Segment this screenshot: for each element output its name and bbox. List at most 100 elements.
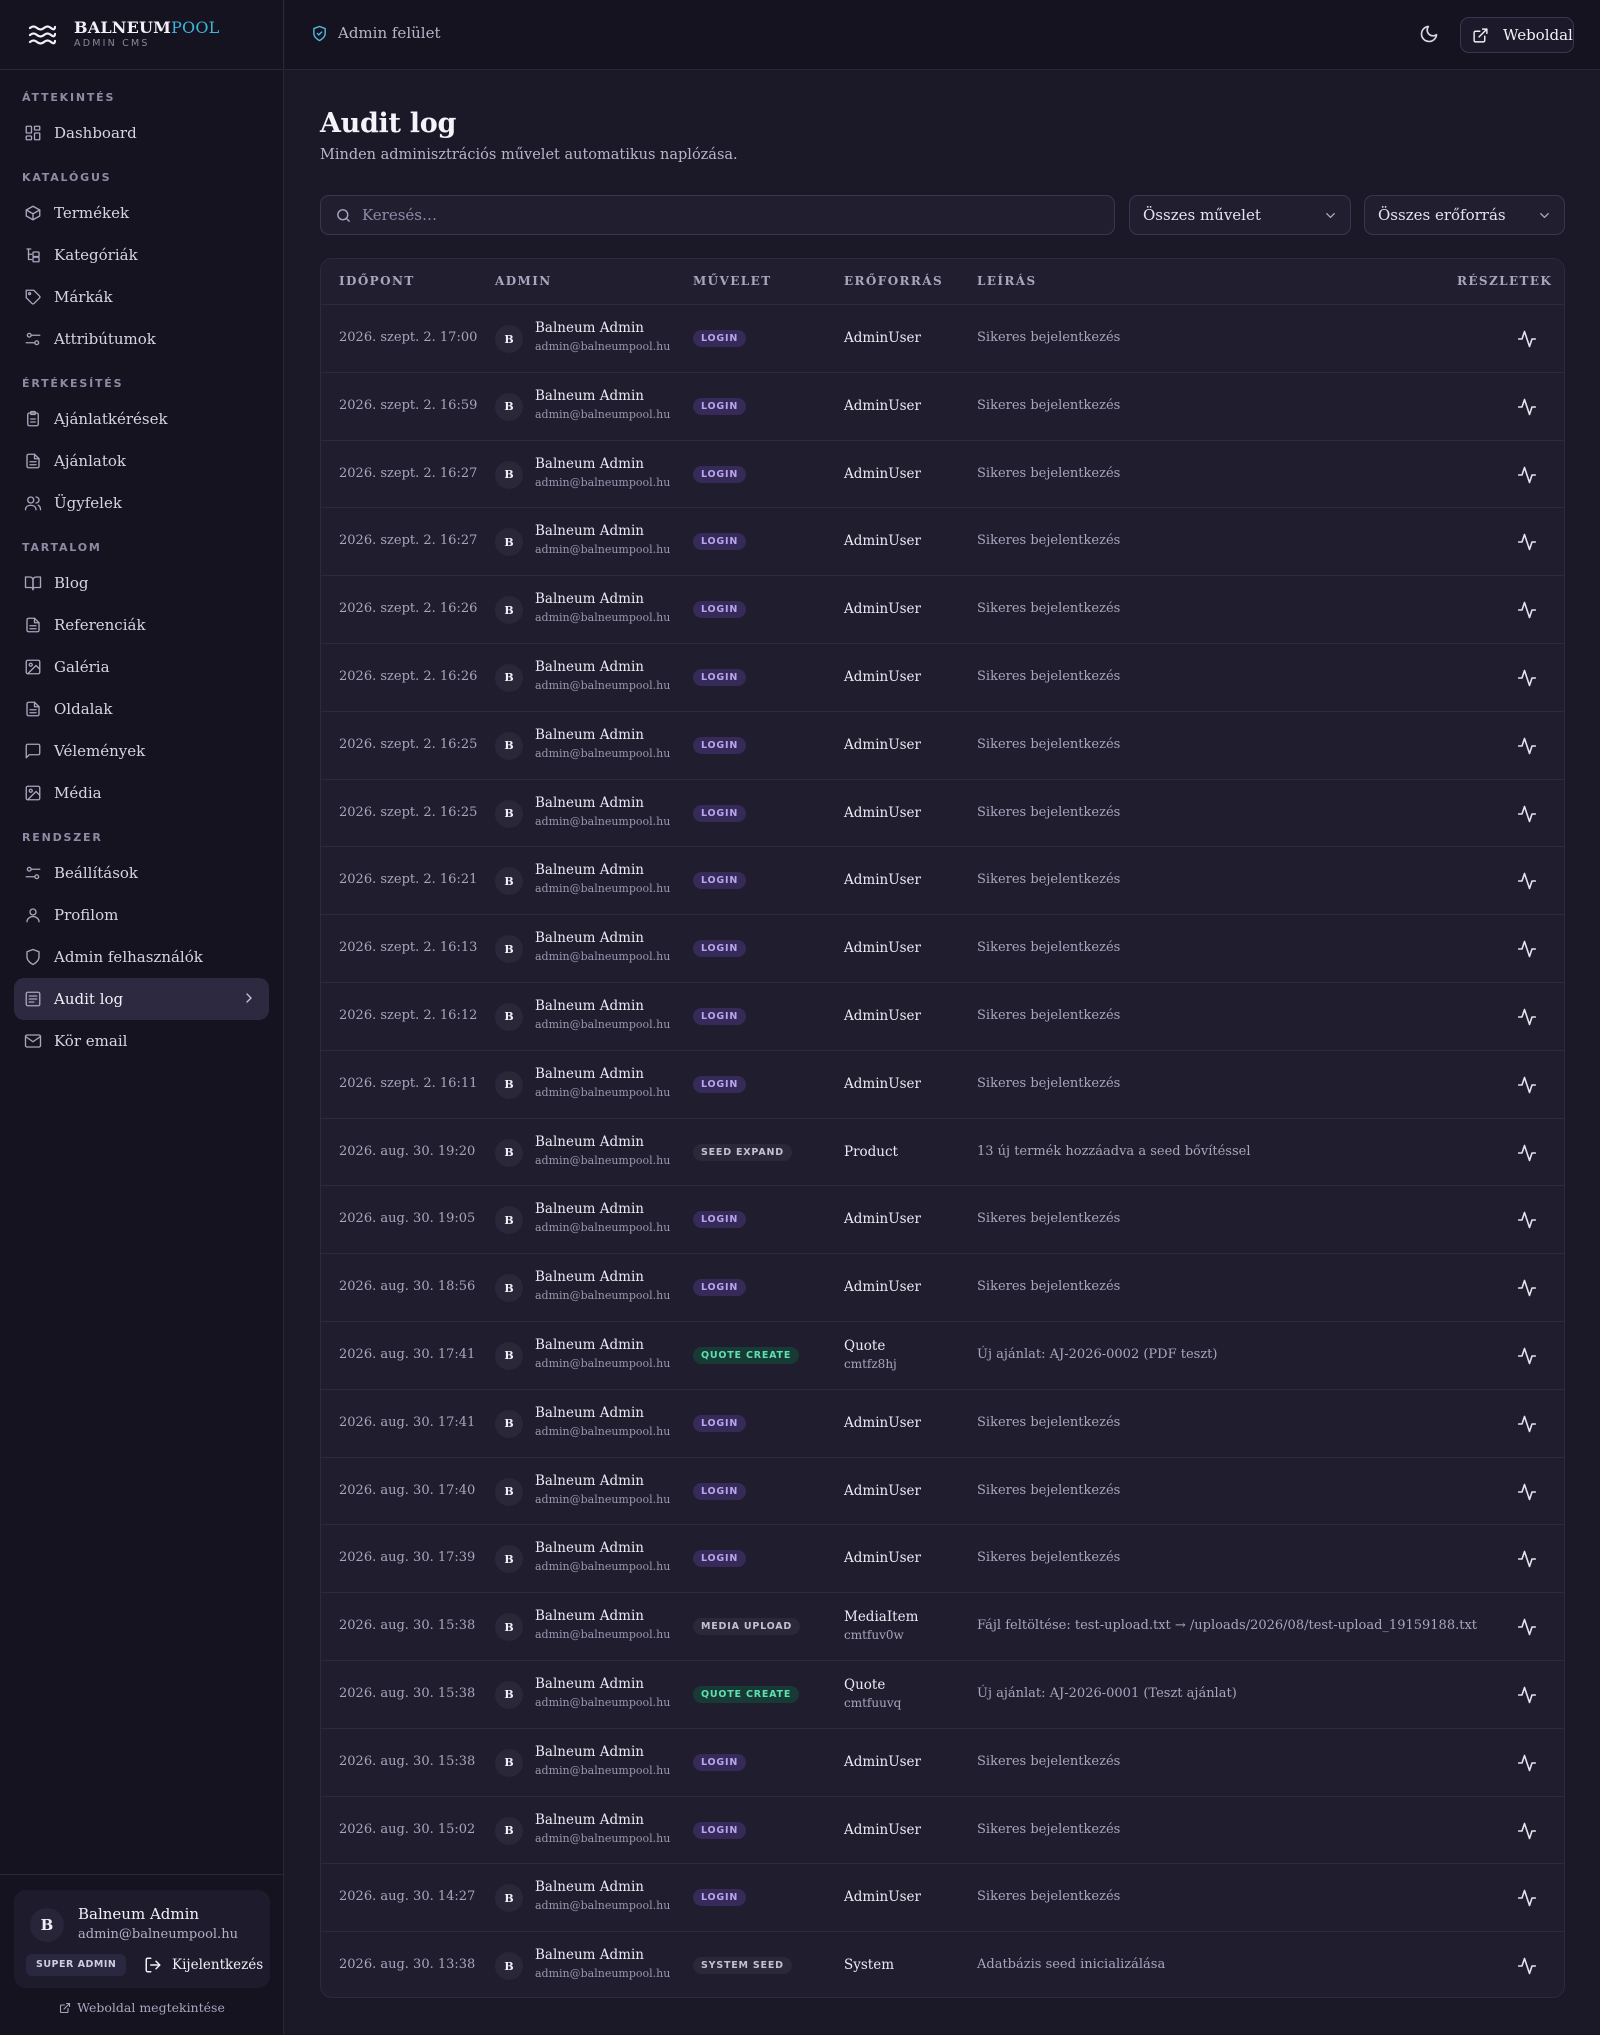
header-description[interactable]: LEÍRÁS — [977, 274, 1037, 288]
activity-details-icon[interactable] — [1517, 1888, 1537, 1908]
sidebar-item[interactable]: Ajánlatok — [14, 440, 269, 482]
row-time: 2026. szept. 2. 16:11 — [339, 1075, 478, 1091]
activity-details-icon[interactable] — [1517, 465, 1537, 485]
table-row[interactable]: 2026. szept. 2. 16:27 B Balneum Admin ad… — [321, 508, 1564, 577]
sidebar-item[interactable]: Márkák — [14, 276, 269, 318]
sidebar-item[interactable]: Ügyfelek — [14, 482, 269, 524]
action-badge: LOGIN — [693, 668, 747, 686]
table-row[interactable]: 2026. aug. 30. 19:20 B Balneum Admin adm… — [321, 1119, 1564, 1187]
dashboard-icon — [24, 124, 42, 142]
search-input[interactable] — [362, 206, 1062, 224]
row-resource: AdminUser — [844, 465, 921, 482]
activity-details-icon[interactable] — [1517, 1007, 1537, 1027]
sidebar-item[interactable]: Kör email — [14, 1020, 269, 1062]
activity-details-icon[interactable] — [1517, 736, 1537, 756]
row-admin-avatar: B — [495, 1477, 523, 1506]
action-badge: LOGIN — [693, 804, 747, 822]
table-row[interactable]: 2026. szept. 2. 16:26 B Balneum Admin ad… — [321, 644, 1564, 712]
row-resource: AdminUser — [844, 1889, 921, 1906]
table-row[interactable]: 2026. aug. 30. 17:41 B Balneum Admin adm… — [321, 1390, 1564, 1458]
activity-details-icon[interactable] — [1517, 1685, 1537, 1705]
table-row[interactable]: 2026. szept. 2. 16:27 B Balneum Admin ad… — [321, 441, 1564, 509]
activity-details-icon[interactable] — [1517, 1821, 1537, 1841]
table-row[interactable]: 2026. aug. 30. 15:02 B Balneum Admin adm… — [321, 1797, 1564, 1865]
activity-details-icon[interactable] — [1517, 1414, 1537, 1434]
sidebar-item[interactable]: Profilom — [14, 894, 269, 936]
activity-details-icon[interactable] — [1517, 600, 1537, 620]
table-row[interactable]: 2026. aug. 30. 15:38 B Balneum Admin adm… — [321, 1661, 1564, 1729]
chat-icon — [24, 742, 42, 760]
sidebar-item[interactable]: Blog — [14, 562, 269, 604]
sidebar-item[interactable]: Referenciák — [14, 604, 269, 646]
activity-details-icon[interactable] — [1517, 329, 1537, 349]
header-time[interactable]: IDŐPONT — [339, 274, 415, 288]
sidebar-item[interactable]: Kategóriák — [14, 234, 269, 276]
action-filter-select[interactable]: Összes művelet — [1129, 195, 1351, 235]
table-row[interactable]: 2026. aug. 30. 15:38 B Balneum Admin adm… — [321, 1729, 1564, 1797]
activity-details-icon[interactable] — [1517, 397, 1537, 417]
sidebar-item[interactable]: Beállítások — [14, 852, 269, 894]
activity-details-icon[interactable] — [1517, 1482, 1537, 1502]
view-website-link[interactable]: Weboldal megtekintése — [0, 2000, 284, 2015]
table-row[interactable]: 2026. szept. 2. 16:59 B Balneum Admin ad… — [321, 373, 1564, 441]
table-row[interactable]: 2026. szept. 2. 16:25 B Balneum Admin ad… — [321, 780, 1564, 848]
sidebar-item[interactable]: Vélemények — [14, 730, 269, 772]
activity-details-icon[interactable] — [1517, 1956, 1537, 1976]
activity-details-icon[interactable] — [1517, 1143, 1537, 1163]
role-badge: SUPER ADMIN — [26, 1954, 127, 1976]
brand[interactable]: BALNEUMPOOL ADMIN CMS — [0, 0, 283, 70]
table-row[interactable]: 2026. aug. 30. 17:41 B Balneum Admin adm… — [321, 1322, 1564, 1390]
activity-details-icon[interactable] — [1517, 668, 1537, 688]
sidebar-item[interactable]: Oldalak — [14, 688, 269, 730]
table-row[interactable]: 2026. aug. 30. 17:40 B Balneum Admin adm… — [321, 1458, 1564, 1526]
sidebar-item[interactable]: Termékek — [14, 192, 269, 234]
sidebar-item[interactable]: Média — [14, 772, 269, 814]
table-row[interactable]: 2026. aug. 30. 14:27 B Balneum Admin adm… — [321, 1864, 1564, 1933]
sidebar-item[interactable]: Attribútumok — [14, 318, 269, 360]
table-row[interactable]: 2026. aug. 30. 19:05 B Balneum Admin adm… — [321, 1186, 1564, 1255]
table-row[interactable]: 2026. szept. 2. 16:11 B Balneum Admin ad… — [321, 1051, 1564, 1119]
resource-filter-select[interactable]: Összes erőforrás — [1364, 195, 1565, 235]
logout-button[interactable]: Kijelentkezés — [144, 1954, 263, 1976]
activity-details-icon[interactable] — [1517, 1753, 1537, 1773]
activity-details-icon[interactable] — [1517, 939, 1537, 959]
sidebar-item[interactable]: Audit log — [14, 978, 269, 1020]
activity-details-icon[interactable] — [1517, 871, 1537, 891]
logout-icon — [144, 1956, 162, 1974]
header-action[interactable]: MŰVELET — [693, 274, 772, 288]
clipboard-icon — [24, 410, 42, 428]
activity-details-icon[interactable] — [1517, 1617, 1537, 1637]
table-row[interactable]: 2026. szept. 2. 16:12 B Balneum Admin ad… — [321, 983, 1564, 1051]
mail-icon — [24, 1032, 42, 1050]
row-admin-avatar: B — [495, 1884, 523, 1913]
table-row[interactable]: 2026. szept. 2. 17:00 B Balneum Admin ad… — [321, 305, 1564, 373]
sidebar-item[interactable]: Admin felhasználók — [14, 936, 269, 978]
activity-details-icon[interactable] — [1517, 1075, 1537, 1095]
table-row[interactable]: 2026. szept. 2. 16:13 B Balneum Admin ad… — [321, 915, 1564, 983]
tree-icon — [24, 246, 42, 264]
table-row[interactable]: 2026. szept. 2. 16:25 B Balneum Admin ad… — [321, 712, 1564, 780]
sidebar-item[interactable]: Ajánlatkérések — [14, 398, 269, 440]
row-admin-email: admin@balneumpool.hu — [535, 611, 671, 625]
header-admin[interactable]: ADMIN — [495, 274, 552, 288]
activity-details-icon[interactable] — [1517, 1210, 1537, 1230]
website-button[interactable]: Weboldal — [1460, 17, 1574, 53]
table-row[interactable]: 2026. aug. 30. 15:38 B Balneum Admin adm… — [321, 1593, 1564, 1661]
sidebar-item[interactable]: Galéria — [14, 646, 269, 688]
table-row[interactable]: 2026. aug. 30. 13:38 B Balneum Admin adm… — [321, 1932, 1564, 1997]
sidebar-item[interactable]: Dashboard — [14, 112, 269, 154]
header-resource[interactable]: ERŐFORRÁS — [844, 274, 943, 288]
activity-details-icon[interactable] — [1517, 1346, 1537, 1366]
table-row[interactable]: 2026. szept. 2. 16:26 B Balneum Admin ad… — [321, 576, 1564, 644]
row-admin-email: admin@balneumpool.hu — [535, 340, 671, 353]
table-row[interactable]: 2026. szept. 2. 16:21 B Balneum Admin ad… — [321, 847, 1564, 916]
activity-details-icon[interactable] — [1517, 804, 1537, 824]
table-row[interactable]: 2026. aug. 30. 17:39 B Balneum Admin adm… — [321, 1525, 1564, 1594]
activity-details-icon[interactable] — [1517, 1278, 1537, 1298]
activity-details-icon[interactable] — [1517, 1549, 1537, 1569]
table-row[interactable]: 2026. aug. 30. 18:56 B Balneum Admin adm… — [321, 1254, 1564, 1322]
row-description: Sikeres bejelentkezés — [977, 1550, 1121, 1566]
row-admin-email: admin@balneumpool.hu — [535, 1560, 671, 1574]
theme-toggle-moon-icon[interactable] — [1419, 24, 1441, 46]
activity-details-icon[interactable] — [1517, 532, 1537, 552]
